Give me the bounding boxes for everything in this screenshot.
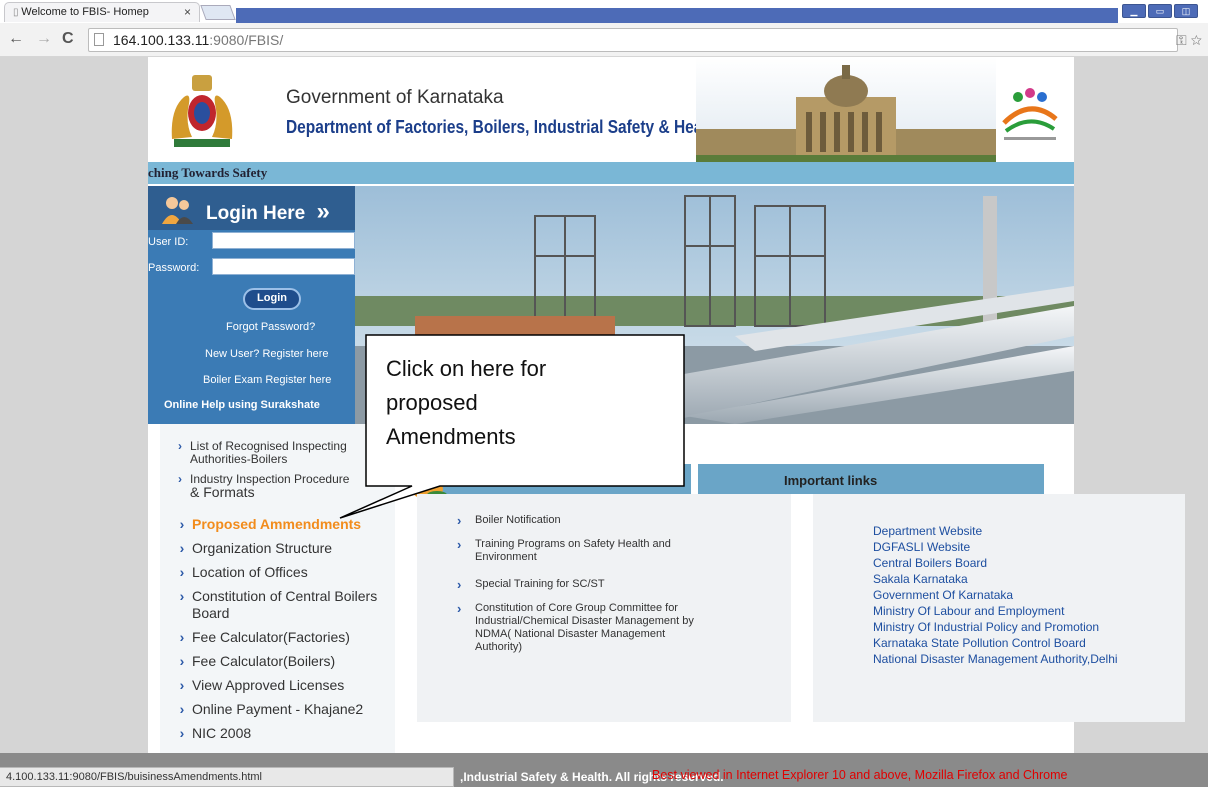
notification-core-group[interactable]: › Constitution of Core Group Committee fo… [457,602,694,654]
online-help-link[interactable]: Online Help using Surakshate [164,399,320,411]
password-input[interactable] [212,258,355,275]
star-icon[interactable]: ☆ [1191,32,1202,48]
chevron-right-icon: › [457,577,462,592]
url-host: 164.100.133.11 [113,32,210,48]
link-sakala-karnataka[interactable]: Sakala Karnataka [873,572,968,586]
site-header: Government of Karnataka Department of Fa… [148,57,1074,162]
chevron-right-icon: › [179,677,185,693]
vidhana-soudha-image [696,57,996,162]
chevron-right-icon: › [179,629,185,645]
chevron-right-icon: › [457,513,462,528]
login-title: Login Here [206,203,306,224]
left-navigation: › List of Recognised Inspecting Authoritie… [160,424,395,757]
register-link[interactable]: New User? Register here [205,348,329,360]
chevron-right-icon: › [457,537,462,552]
chevron-right-icon: › [179,564,185,580]
nav-item-recognised-authorities[interactable]: › List of Recognised Inspecting Authoritie… [170,440,347,466]
tagline-bar: ching Towards Safety [148,162,1074,184]
chevron-right-icon: › [179,725,185,741]
link-department-website[interactable]: Department Website [873,524,982,538]
browser-tab-strip: ▯ Welcome to FBIS- Homep × ▁ ▭ ◫ [0,0,1208,23]
link-government-of-karnataka[interactable]: Government Of Karnataka [873,588,1013,602]
link-ministry-industrial-policy[interactable]: Ministry Of Industrial Policy and Promot… [873,620,1099,634]
password-label: Password: [148,262,200,274]
karnataka-emblem-icon [171,75,233,147]
maximize-icon[interactable]: ▭ [1148,4,1172,18]
footer-best-viewed: Best viewed in Internet Explorer 10 and … [652,768,1068,782]
restore-icon[interactable]: ◫ [1174,4,1198,18]
browser-tab[interactable]: ▯ Welcome to FBIS- Homep × [4,2,200,22]
notification-special-training[interactable]: › Special Training for SC/ST [457,578,605,591]
important-links-header: Important links [698,464,1044,494]
nav-item-online-payment[interactable]: › Online Payment - Khajane2 [172,701,364,718]
gov-title: Government of Karnataka [286,87,504,108]
link-dgfasli-website[interactable]: DGFASLI Website [873,540,970,554]
browser-status-bar: 4.100.133.11:9080/FBIS/buisinessAmendmen… [0,767,454,787]
chevron-right-icon: › [457,601,462,616]
dept-title: Department of Factories, Boilers, Indust… [286,117,722,137]
link-ndma-delhi[interactable]: National Disaster Management Authority,D… [873,652,1118,666]
double-arrow-icon: » [316,198,330,225]
users-icon [162,197,193,224]
nav-item-fee-calculator-factories[interactable]: › Fee Calculator(Factories) [172,629,350,646]
user-id-label: User ID: [148,236,189,248]
forward-icon[interactable]: → [36,30,52,48]
notification-boiler[interactable]: › Boiler Notification [457,514,561,527]
login-panel: Login Here » User ID: Password: Login Fo… [148,186,355,424]
nav-item-location-of-offices[interactable]: › Location of Offices [172,564,308,581]
important-links-panel: Department Website DGFASLI Website Centr… [813,494,1185,722]
link-pollution-control-board[interactable]: Karnataka State Pollution Control Board [873,636,1086,650]
toolbar-right-icons: ⚿ ☆ [1176,32,1202,49]
important-links-title: Important links [784,473,878,488]
callout-text: Click on here for proposed Amendments [386,356,547,449]
nav-item-organization-structure[interactable]: › Organization Structure [172,540,332,557]
chevron-right-icon: › [179,516,185,532]
back-icon[interactable]: ← [8,30,24,48]
login-button[interactable]: Login [243,288,301,310]
close-tab-icon[interactable]: × [184,5,191,19]
notifications-header [417,464,691,494]
nav-item-fee-calculator-boilers[interactable]: › Fee Calculator(Boilers) [172,653,336,670]
url-path: :9080/FBIS/ [209,32,284,48]
chevron-right-icon: › [179,540,185,556]
window-controls: ▁ ▭ ◫ [1122,4,1198,18]
reload-icon[interactable]: C [62,30,74,48]
chevron-right-icon: › [179,653,185,669]
browser-toolbar: ← → C 164.100.133.11:9080/FBIS/ ⚿ ☆ [0,23,1208,57]
forgot-password-link[interactable]: Forgot Password? [226,321,315,333]
chevron-right-icon: › [179,588,185,604]
notification-training-programs[interactable]: › Training Programs on Safety Health and E… [457,538,671,564]
nav-item-proposed-ammendments[interactable]: › Proposed Ammendments [172,516,361,533]
title-bar [236,8,1118,23]
address-bar[interactable]: 164.100.133.11:9080/FBIS/ [88,28,1178,52]
nav-item-approved-licenses[interactable]: › View Approved Licenses [172,677,345,694]
link-ministry-of-labour[interactable]: Ministry Of Labour and Employment [873,604,1064,618]
link-central-boilers-board[interactable]: Central Boilers Board [873,556,987,570]
nav-item-central-boilers-board[interactable]: › Constitution of Central Boilers Board [172,588,378,622]
key-icon[interactable]: ⚿ [1176,32,1187,48]
chevron-right-icon: › [179,701,185,717]
tagline: ching Towards Safety [148,165,268,180]
notifications-panel: › Boiler Notification › Training Programs … [417,494,791,722]
page-icon [94,33,104,46]
boiler-exam-register-link[interactable]: Boiler Exam Register here [203,374,331,386]
marching-towards-safety-logo-icon [1002,88,1058,140]
new-tab-button[interactable] [200,5,236,20]
status-url: 4.100.133.11:9080/FBIS/buisinessAmendmen… [6,771,263,783]
minimize-icon[interactable]: ▁ [1122,4,1146,18]
nav-item-nic-2008[interactable]: › NIC 2008 [172,725,252,742]
nav-item-inspection-procedure[interactable]: › Industry Inspection Procedure & Formats [170,473,349,500]
user-id-input[interactable] [212,232,355,249]
tab-title: Welcome to FBIS- Homep [21,6,149,18]
